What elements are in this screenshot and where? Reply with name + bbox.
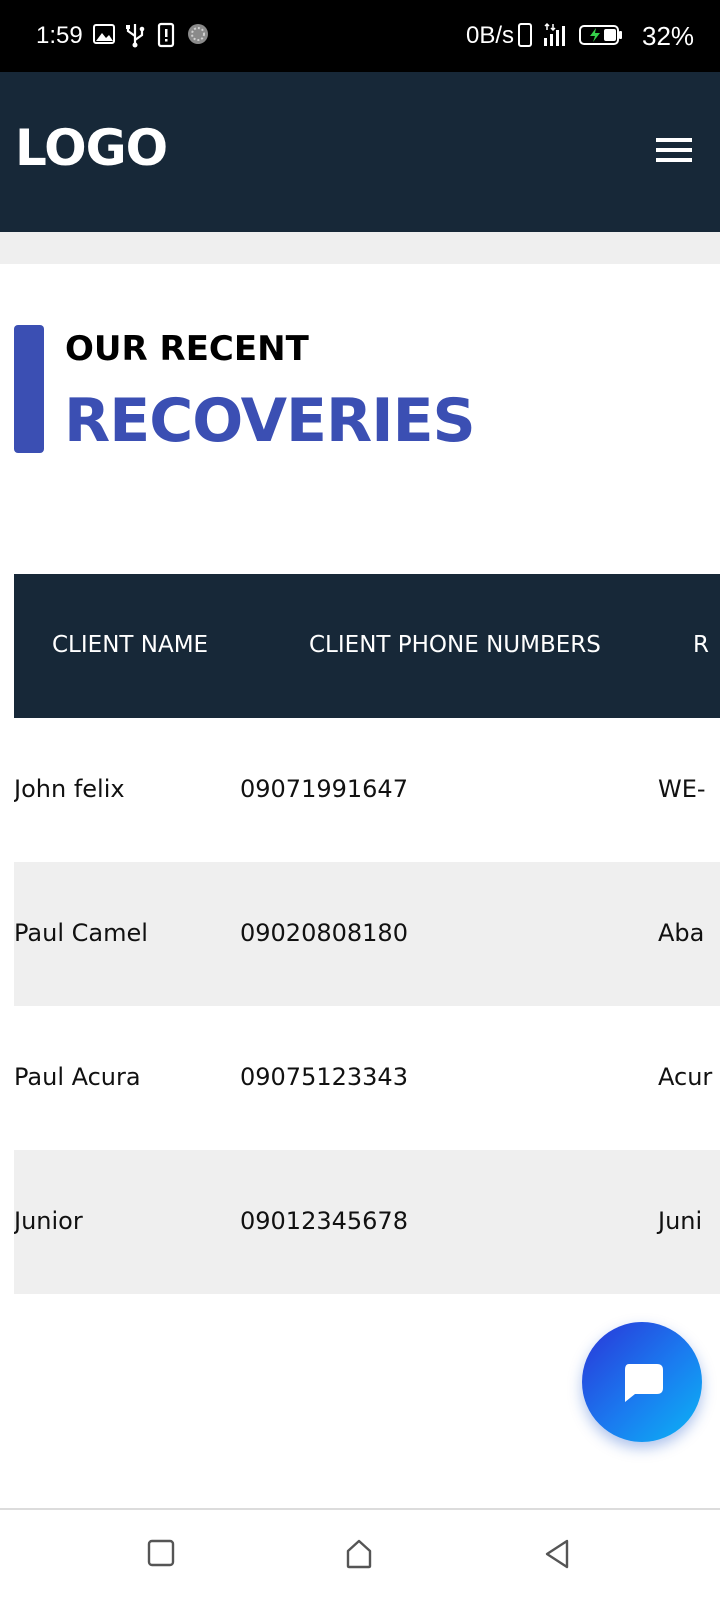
table-row: Paul Acura 09075123343 Acur bbox=[14, 1006, 720, 1150]
header-client-phone: CLIENT PHONE NUMBERS bbox=[309, 632, 601, 658]
cell-third-column: Juni bbox=[658, 1207, 703, 1235]
title-accent-bar bbox=[14, 325, 44, 453]
phone-icon bbox=[517, 22, 533, 53]
loading-icon bbox=[186, 22, 210, 51]
cell-third-column: Aba bbox=[658, 919, 705, 947]
network-speed: 0B/s bbox=[466, 22, 515, 49]
cell-client-name: Junior bbox=[14, 1207, 83, 1235]
cell-third-column: Acur bbox=[658, 1063, 713, 1091]
cell-client-phone: 09071991647 bbox=[240, 775, 408, 803]
cell-client-phone: 09075123343 bbox=[240, 1063, 408, 1091]
table-header-row: CLIENT NAME CLIENT PHONE NUMBERS R bbox=[14, 574, 720, 718]
cell-client-name: Paul Camel bbox=[14, 919, 148, 947]
signal-icon bbox=[542, 22, 570, 53]
status-bar: 1:59 0B/s 32% bbox=[0, 0, 720, 72]
usb-icon bbox=[124, 22, 146, 53]
cell-third-column: WE- bbox=[658, 775, 706, 803]
table-row: John felix 09071991647 WE- bbox=[14, 718, 720, 862]
table-row: Junior 09012345678 Juni bbox=[14, 1150, 720, 1294]
cell-client-phone: 09020808180 bbox=[240, 919, 408, 947]
header-third-column: R bbox=[693, 632, 709, 658]
table-row: Paul Camel 09020808180 Aba bbox=[14, 862, 720, 1006]
status-time: 1:59 bbox=[36, 22, 83, 49]
back-triangle-icon[interactable] bbox=[542, 1538, 572, 1574]
image-icon bbox=[92, 22, 116, 51]
sim-alert-icon bbox=[157, 22, 175, 53]
chat-bubble-icon bbox=[625, 1364, 663, 1402]
home-icon[interactable] bbox=[344, 1538, 374, 1574]
section-subtitle: OUR RECENT bbox=[65, 329, 309, 369]
cell-client-phone: 09012345678 bbox=[240, 1207, 408, 1235]
site-header: LOGO bbox=[0, 72, 720, 232]
header-client-name: CLIENT NAME bbox=[52, 632, 209, 658]
header-divider-strip bbox=[0, 232, 720, 264]
battery-charging-icon bbox=[578, 22, 624, 53]
system-nav-bar bbox=[0, 1508, 720, 1600]
logo[interactable]: LOGO bbox=[15, 118, 168, 178]
hamburger-menu-icon[interactable] bbox=[654, 134, 694, 166]
battery-percent: 32% bbox=[642, 21, 695, 51]
recents-square-icon[interactable] bbox=[146, 1538, 176, 1572]
recoveries-table[interactable]: CLIENT NAME CLIENT PHONE NUMBERS R John … bbox=[14, 574, 720, 1294]
cell-client-name: John felix bbox=[14, 775, 125, 803]
section-title: RECOVERIES bbox=[64, 386, 476, 456]
chat-button[interactable] bbox=[582, 1322, 702, 1442]
cell-client-name: Paul Acura bbox=[14, 1063, 141, 1091]
